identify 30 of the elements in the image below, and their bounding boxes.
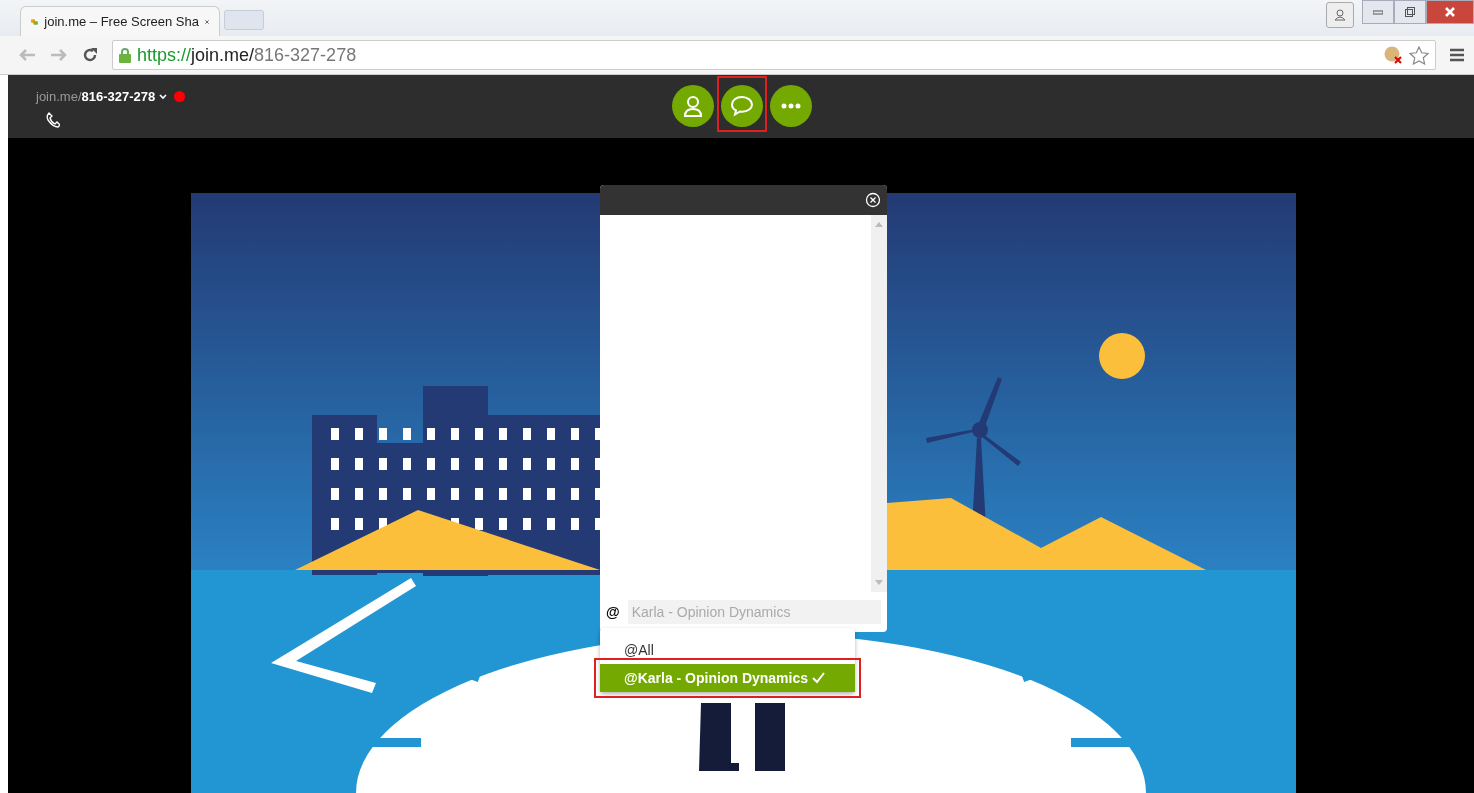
chat-button[interactable] bbox=[721, 85, 763, 127]
maximize-button[interactable] bbox=[1394, 0, 1426, 24]
message-input[interactable]: Karla - Opinion Dynamics bbox=[627, 600, 881, 624]
more-button[interactable] bbox=[770, 85, 812, 127]
close-button[interactable] bbox=[1426, 0, 1474, 24]
lock-icon bbox=[119, 47, 131, 63]
minimize-icon bbox=[1373, 9, 1383, 15]
address-field[interactable]: https://join.me/816-327-278 bbox=[112, 40, 1436, 70]
restore-icon bbox=[1405, 7, 1415, 17]
more-icon bbox=[781, 103, 801, 109]
url-text: https://join.me/816-327-278 bbox=[137, 44, 357, 66]
tab-title: join.me – Free Screen Sha bbox=[44, 14, 199, 29]
phone-icon[interactable] bbox=[46, 112, 60, 128]
mention-symbol[interactable]: @ bbox=[606, 604, 620, 620]
cookie-blocked-icon[interactable] bbox=[1383, 46, 1403, 64]
reload-icon[interactable] bbox=[82, 47, 98, 63]
check-icon bbox=[812, 672, 826, 684]
menu-icon[interactable] bbox=[1450, 48, 1464, 62]
participants-button[interactable] bbox=[672, 85, 714, 127]
recipient-option[interactable]: @All bbox=[600, 636, 855, 664]
speech-bubble-icon bbox=[730, 95, 754, 117]
close-icon[interactable] bbox=[865, 192, 881, 208]
browser-tab[interactable]: join.me – Free Screen Sha bbox=[20, 6, 220, 36]
close-icon bbox=[1445, 7, 1455, 17]
chevron-down-icon[interactable] bbox=[159, 93, 168, 100]
person-icon bbox=[1334, 9, 1346, 21]
star-icon[interactable] bbox=[1409, 45, 1429, 65]
person-icon bbox=[683, 95, 703, 117]
meeting-link[interactable]: join.me/816-327-278 bbox=[36, 89, 156, 104]
profile-button[interactable] bbox=[1326, 2, 1354, 28]
